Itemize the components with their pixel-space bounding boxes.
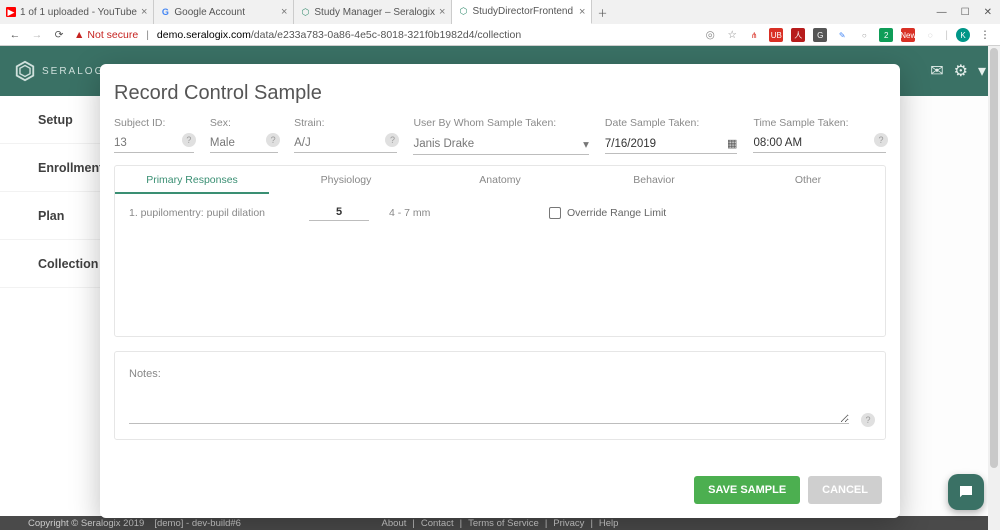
field-label: Subject ID: bbox=[114, 117, 194, 129]
date-input[interactable]: 7/16/2019 ▦ bbox=[605, 137, 738, 154]
notes-textarea[interactable] bbox=[129, 400, 849, 424]
response-range: 4 - 7 mm bbox=[389, 207, 449, 219]
tab-label: Anatomy bbox=[479, 174, 520, 186]
help-icon[interactable]: ? bbox=[874, 133, 888, 147]
field-label: Strain: bbox=[294, 117, 397, 129]
field-sex: Sex: Male ? bbox=[210, 117, 278, 155]
user-select[interactable]: Janis Drake ▾ bbox=[413, 137, 588, 155]
field-subject-id: Subject ID: 13 ? bbox=[114, 117, 194, 155]
response-row: 1. pupilomentry: pupil dilation 4 - 7 mm… bbox=[115, 194, 885, 231]
time-input[interactable]: 08:00 AM bbox=[753, 137, 886, 153]
tab-primary-responses[interactable]: Primary Responses bbox=[115, 166, 269, 194]
help-icon[interactable]: ? bbox=[182, 133, 196, 147]
sample-fields: Subject ID: 13 ? Sex: Male ? Strain: A/J… bbox=[110, 117, 890, 159]
record-sample-modal: Record Control Sample Subject ID: 13 ? S… bbox=[100, 64, 900, 518]
override-label: Override Range Limit bbox=[567, 207, 666, 219]
tab-label: Primary Responses bbox=[146, 174, 238, 186]
field-time[interactable]: Time Sample Taken: 08:00 AM ? bbox=[753, 117, 886, 155]
field-value: A/J bbox=[294, 137, 397, 153]
chevron-down-icon: ▾ bbox=[583, 137, 589, 151]
tab-label: Physiology bbox=[321, 174, 372, 186]
field-label: User By Whom Sample Taken: bbox=[413, 117, 588, 129]
checkbox-icon bbox=[549, 207, 561, 219]
cancel-button[interactable]: CANCEL bbox=[808, 476, 882, 504]
calendar-icon[interactable]: ▦ bbox=[727, 137, 737, 150]
time-value: 08:00 AM bbox=[753, 137, 802, 149]
modal-title: Record Control Sample bbox=[114, 82, 890, 105]
modal-actions: SAVE SAMPLE CANCEL bbox=[110, 462, 890, 504]
tab-label: Other bbox=[795, 174, 821, 186]
field-label: Date Sample Taken: bbox=[605, 117, 738, 129]
responses-panel: Primary Responses Physiology Anatomy Beh… bbox=[114, 165, 886, 337]
field-label: Sex: bbox=[210, 117, 278, 129]
save-sample-button[interactable]: SAVE SAMPLE bbox=[694, 476, 800, 504]
user-select-value: Janis Drake bbox=[413, 138, 474, 150]
field-date[interactable]: Date Sample Taken: 7/16/2019 ▦ bbox=[605, 117, 738, 155]
notes-label: Notes: bbox=[129, 368, 161, 380]
field-label: Time Sample Taken: bbox=[753, 117, 886, 129]
tab-anatomy[interactable]: Anatomy bbox=[423, 166, 577, 194]
notes-panel: Notes: ? bbox=[114, 351, 886, 440]
tab-other[interactable]: Other bbox=[731, 166, 885, 194]
tab-label: Behavior bbox=[633, 174, 674, 186]
tab-behavior[interactable]: Behavior bbox=[577, 166, 731, 194]
field-strain: Strain: A/J ? bbox=[294, 117, 397, 155]
date-value: 7/16/2019 bbox=[605, 138, 656, 150]
field-user[interactable]: User By Whom Sample Taken: Janis Drake ▾ bbox=[413, 117, 588, 155]
override-checkbox[interactable]: Override Range Limit bbox=[549, 207, 666, 219]
response-value-input[interactable] bbox=[309, 204, 369, 221]
tab-physiology[interactable]: Physiology bbox=[269, 166, 423, 194]
response-tabs: Primary Responses Physiology Anatomy Beh… bbox=[115, 166, 885, 194]
help-icon[interactable]: ? bbox=[861, 413, 875, 427]
response-label: 1. pupilomentry: pupil dilation bbox=[129, 207, 289, 219]
